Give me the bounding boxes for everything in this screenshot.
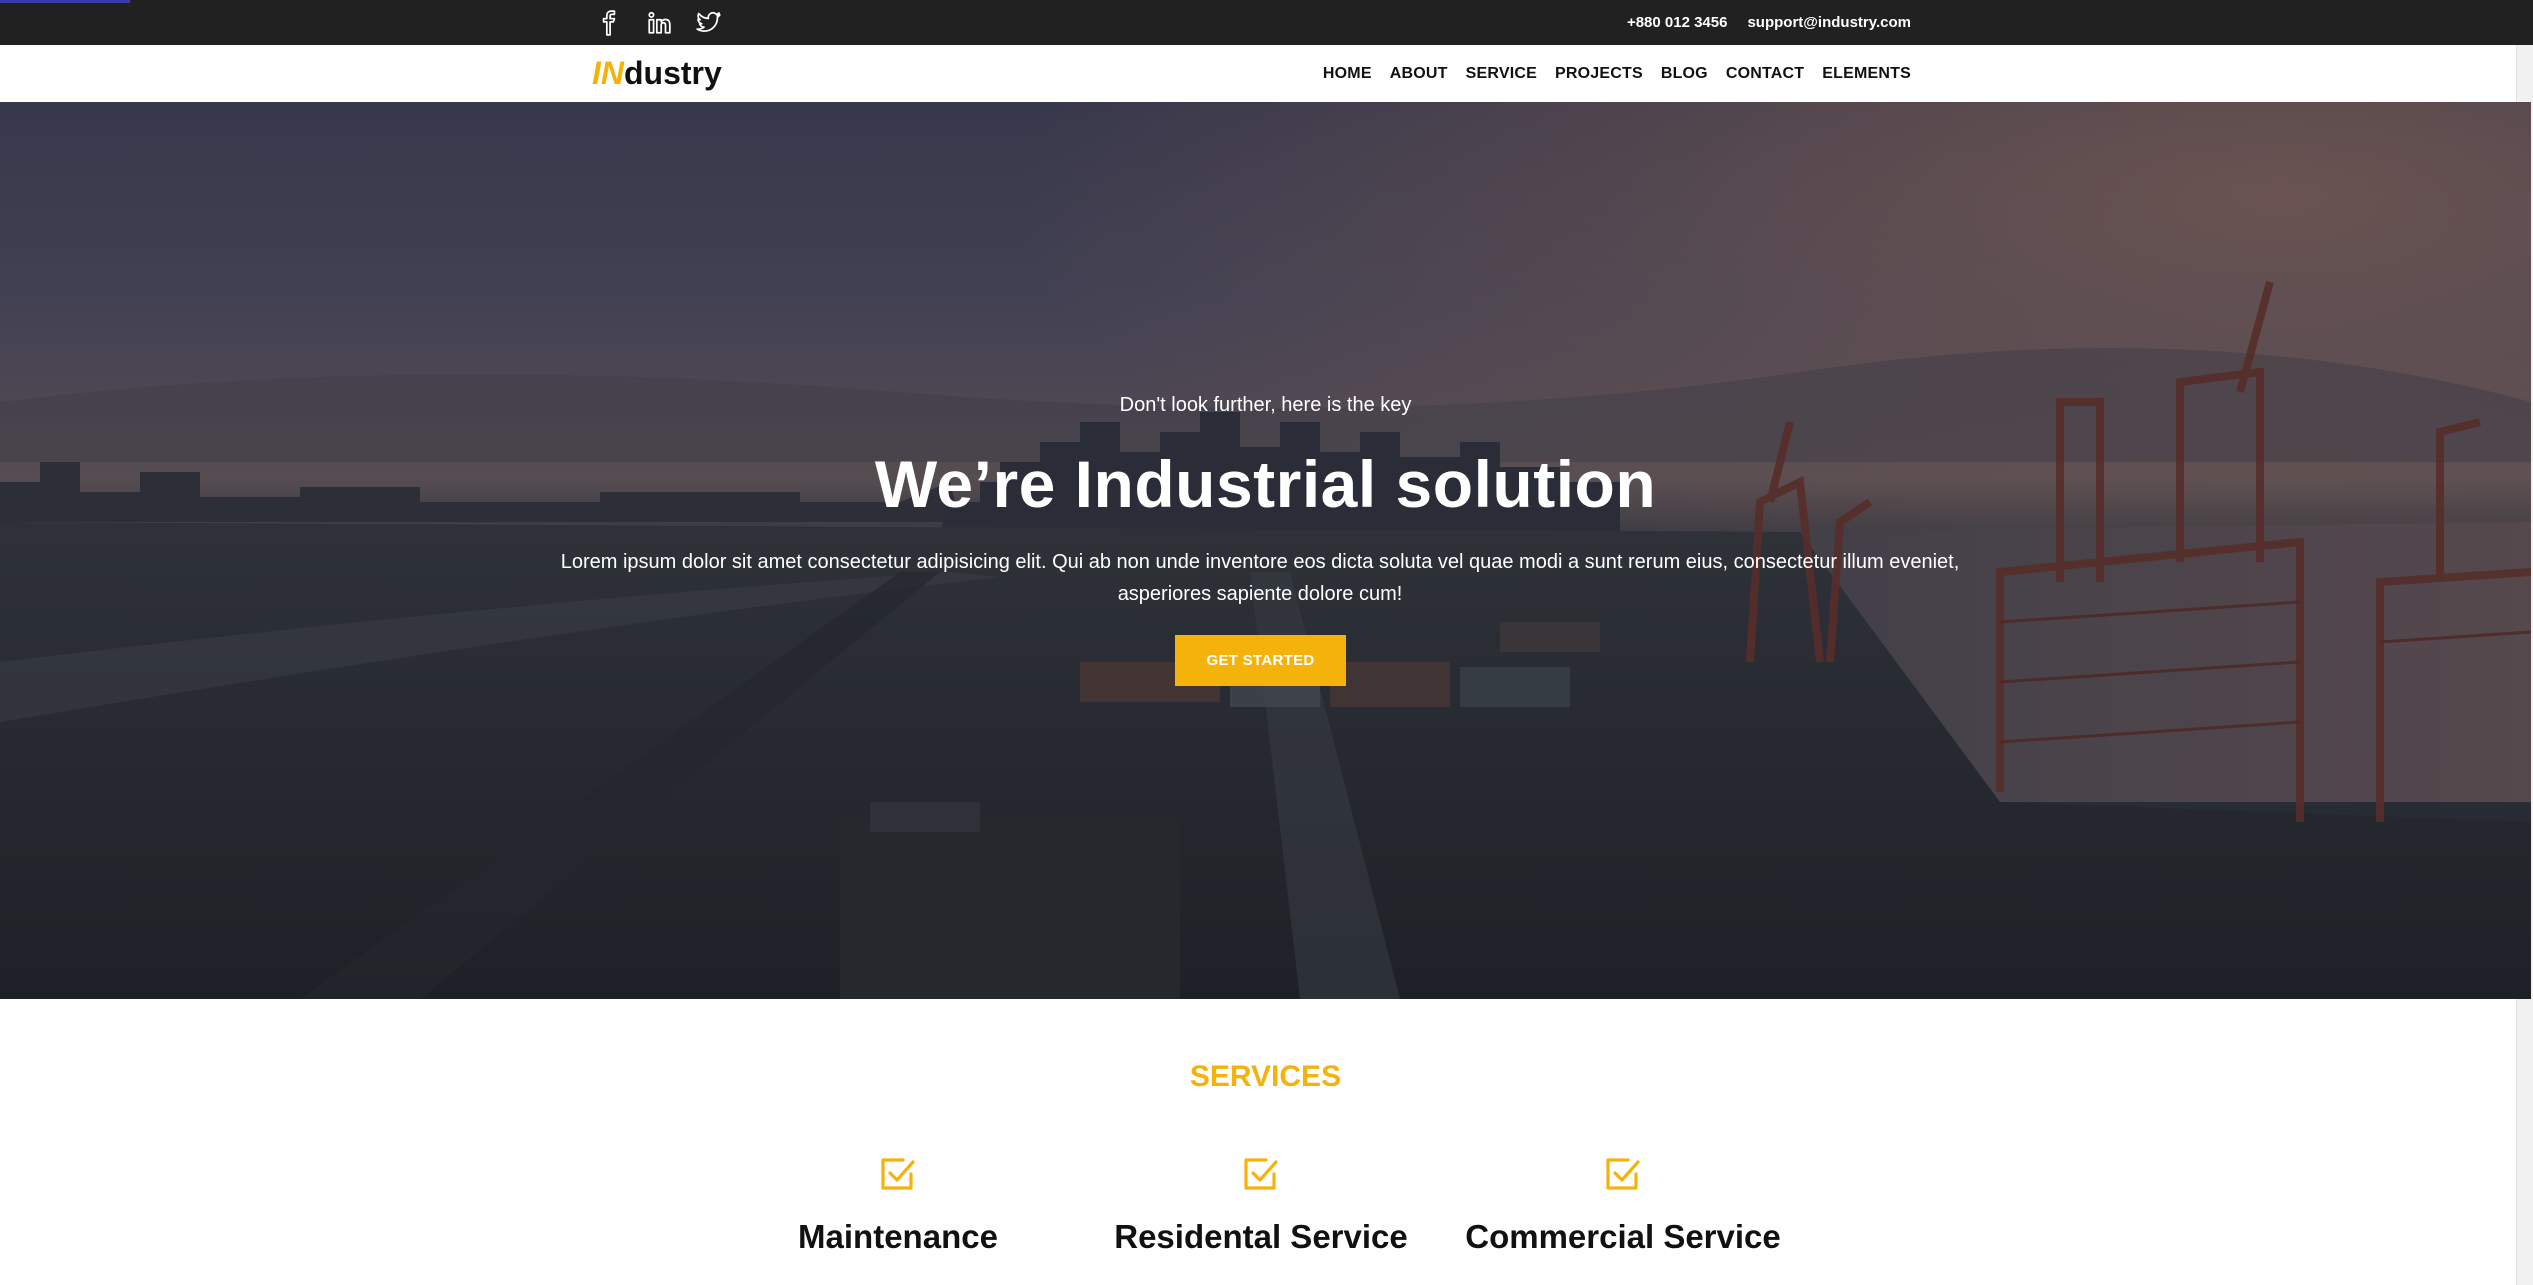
checkbox-icon: [878, 1155, 918, 1195]
twitter-icon[interactable]: [692, 6, 726, 40]
service-name: Residental Service: [1114, 1218, 1408, 1255]
checkbox-icon: [1603, 1155, 1643, 1195]
nav-about[interactable]: ABOUT: [1390, 65, 1448, 83]
service-card-maintenance[interactable]: Maintenance: [698, 1155, 1098, 1256]
hero-content: Don't look further, here is the key We’r…: [0, 102, 2531, 999]
nav-elements[interactable]: ELEMENTS: [1822, 65, 1911, 83]
social-links: [592, 6, 726, 40]
phone-number[interactable]: +880 012 3456: [1627, 14, 1728, 31]
support-email[interactable]: support@industry.com: [1747, 14, 1911, 31]
site-logo[interactable]: INdustry: [592, 55, 722, 92]
nav-projects[interactable]: PROJECTS: [1555, 65, 1643, 83]
nav-home[interactable]: HOME: [1323, 65, 1372, 83]
service-card-commercial[interactable]: Commercial Service: [1423, 1155, 1823, 1256]
linkedin-icon[interactable]: [642, 6, 676, 40]
hero-description: Lorem ipsum dolor sit amet consectetur a…: [560, 551, 1960, 605]
hero-section: Don't look further, here is the key We’r…: [0, 102, 2531, 999]
top-bar: +880 012 3456 support@industry.com: [0, 0, 2533, 45]
facebook-icon[interactable]: [592, 6, 626, 40]
nav-menu: HOME ABOUT SERVICE PROJECTS BLOG CONTACT…: [1323, 45, 1911, 102]
logo-rest: dustry: [624, 55, 722, 91]
checkbox-icon: [1241, 1155, 1281, 1195]
logo-accent: IN: [592, 55, 624, 91]
service-card-residental[interactable]: Residental Service: [1061, 1155, 1461, 1256]
nav-service[interactable]: SERVICE: [1466, 65, 1537, 83]
nav-blog[interactable]: BLOG: [1661, 65, 1708, 83]
service-name: Maintenance: [798, 1218, 998, 1255]
nav-contact[interactable]: CONTACT: [1726, 65, 1804, 83]
get-started-button[interactable]: GET STARTED: [1175, 635, 1346, 686]
hero-title: We’re Industrial solution: [874, 447, 1657, 521]
main-navbar: INdustry HOME ABOUT SERVICE PROJECTS BLO…: [0, 45, 2533, 102]
contact-info: +880 012 3456 support@industry.com: [1627, 0, 1911, 45]
page-top-accent-line: [0, 0, 130, 3]
services-heading: SERVICES: [1189, 1060, 1342, 1093]
hero-kicker: Don't look further, here is the key: [1119, 394, 1412, 416]
service-name: Commercial Service: [1465, 1218, 1781, 1255]
